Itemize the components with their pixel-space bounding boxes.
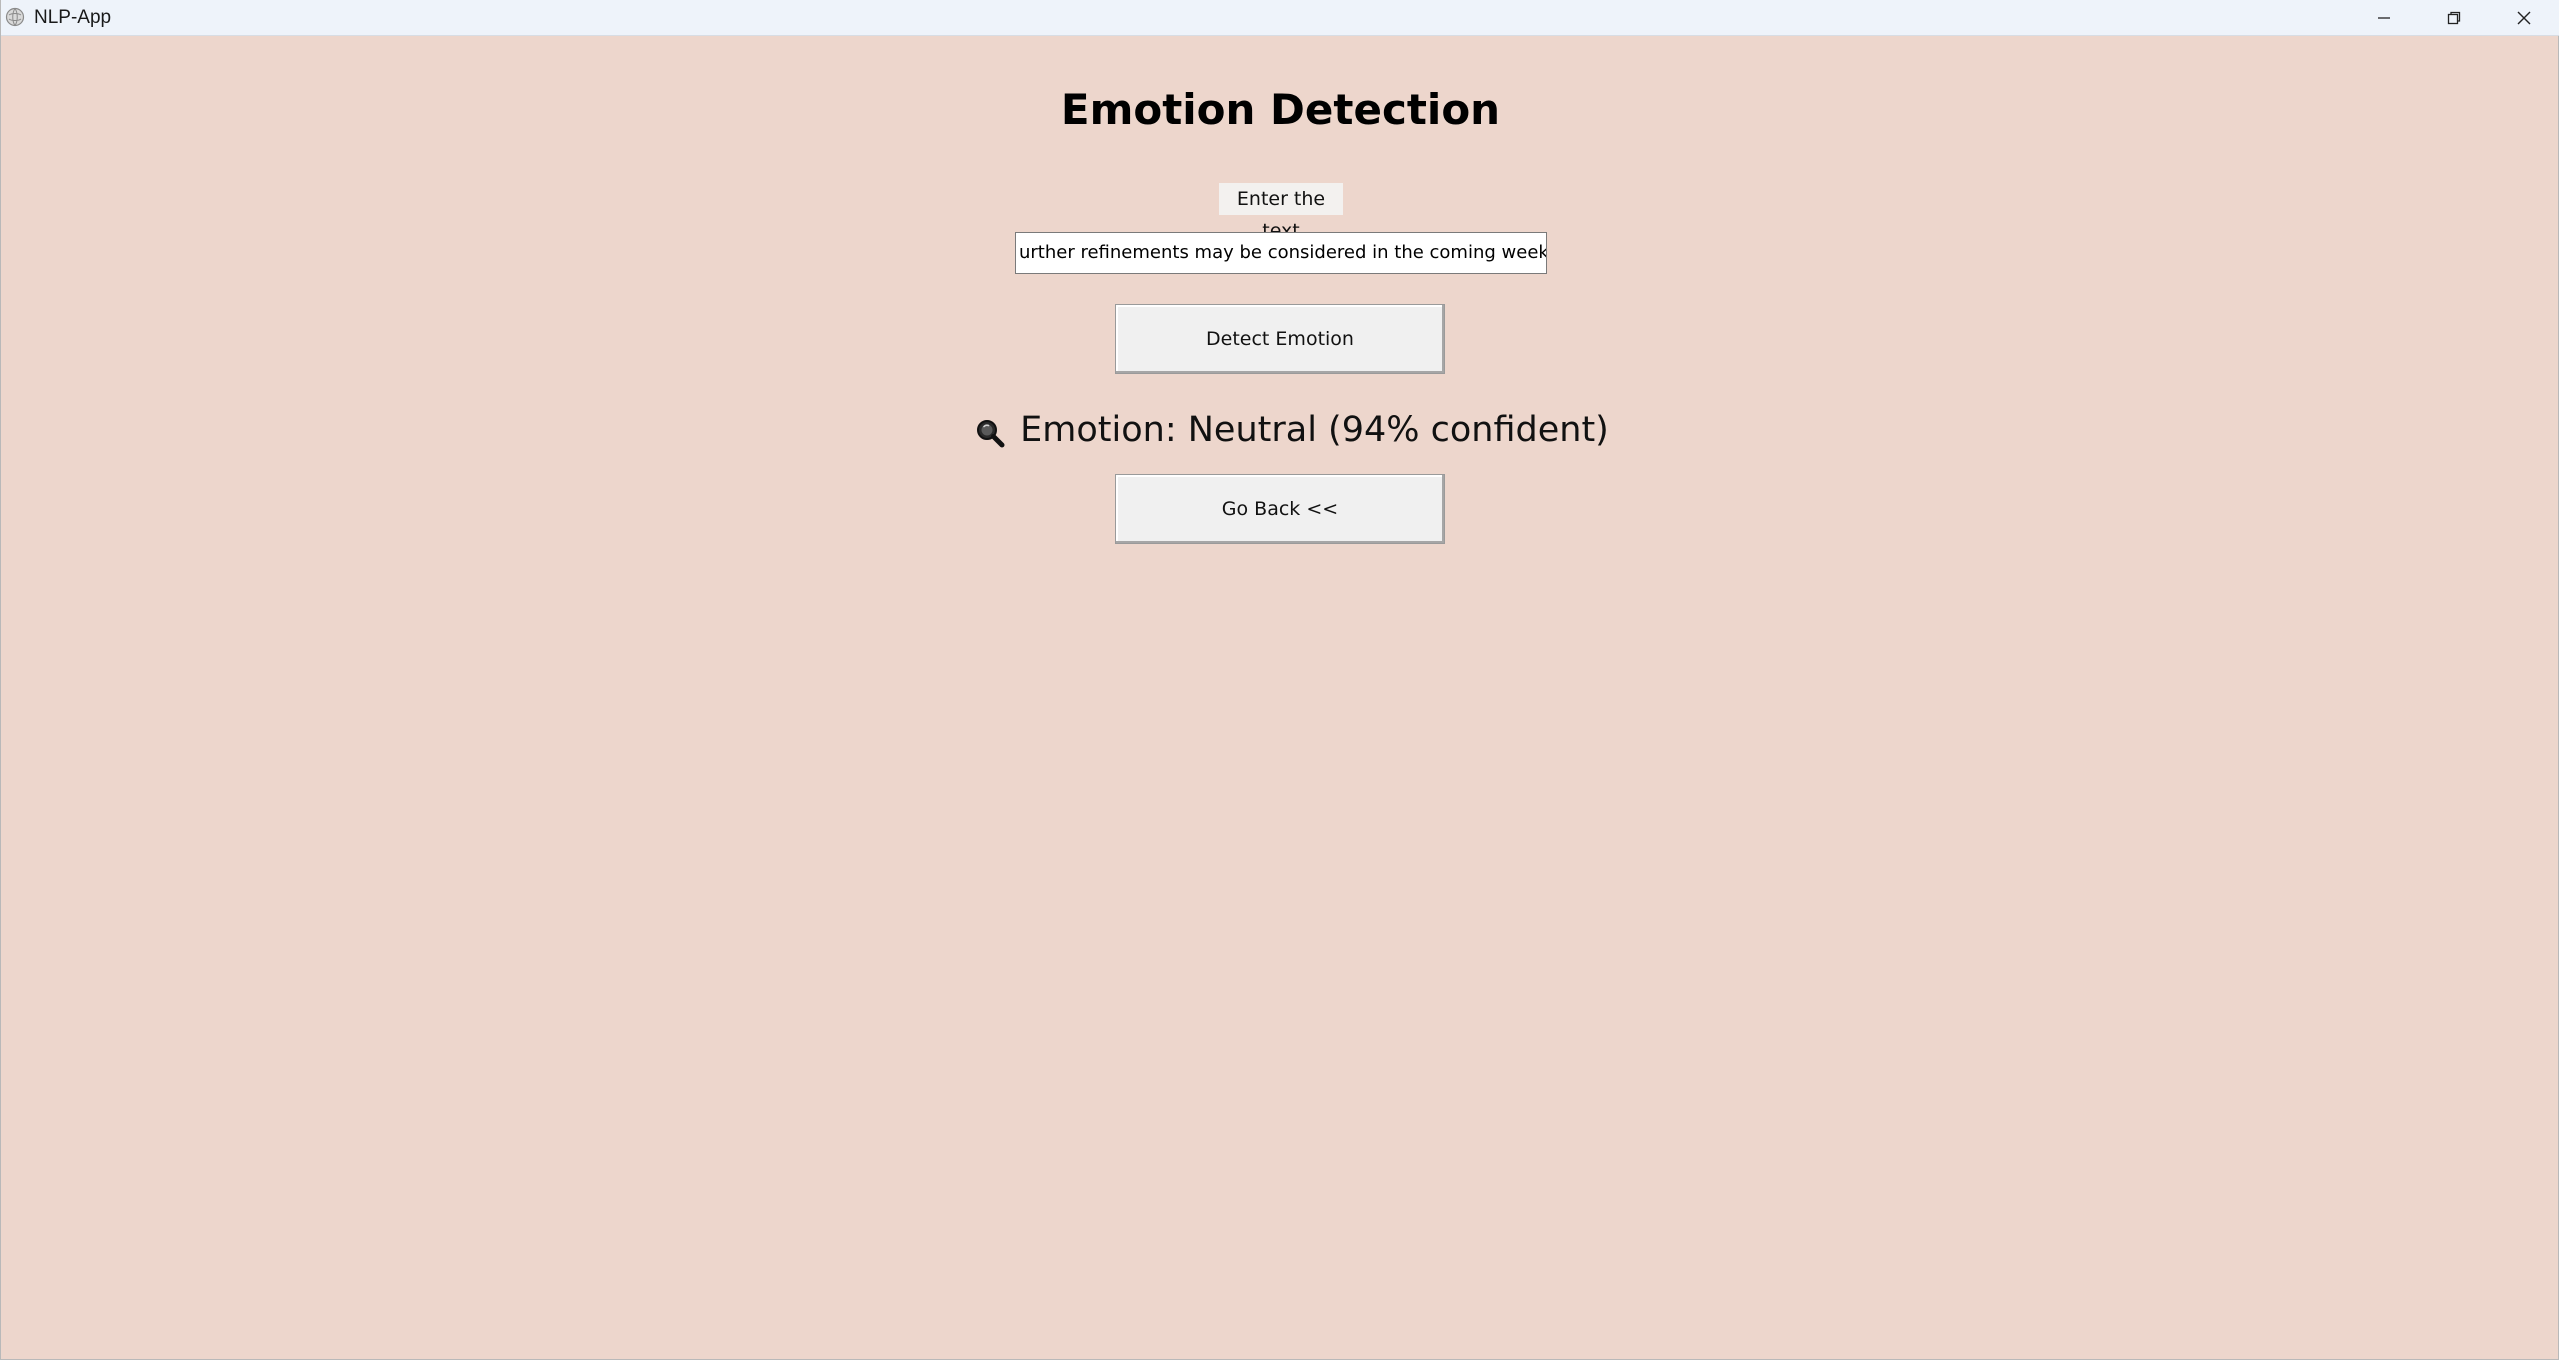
magnifier-icon [977,420,1005,448]
go-back-button[interactable]: Go Back << [1115,474,1445,544]
minimize-icon [2378,17,2390,19]
page-title: Emotion Detection [1060,85,1501,134]
window-title: NLP-App [34,7,112,28]
text-input[interactable]: urther refinements may be considered in … [1015,232,1547,274]
app-icon [5,7,25,27]
restore-button[interactable] [2419,0,2489,36]
text-input-value: urther refinements may be considered in … [1019,242,1547,263]
main-content: Emotion Detection Enter the text urther … [1,36,2559,1360]
close-icon [2517,11,2531,25]
minimize-button[interactable] [2349,0,2419,36]
app-window: NLP-App Emotion Detection Enter the text… [0,0,2559,1360]
emotion-result: Emotion: Neutral (94% confident) [1020,410,1609,450]
result-row: Emotion: Neutral (94% confident) [1,406,2559,454]
close-button[interactable] [2489,0,2559,36]
title-bar[interactable]: NLP-App [1,0,2559,36]
input-label: Enter the text [1219,183,1343,242]
restore-icon [2447,11,2461,25]
detect-emotion-button[interactable]: Detect Emotion [1115,304,1445,374]
